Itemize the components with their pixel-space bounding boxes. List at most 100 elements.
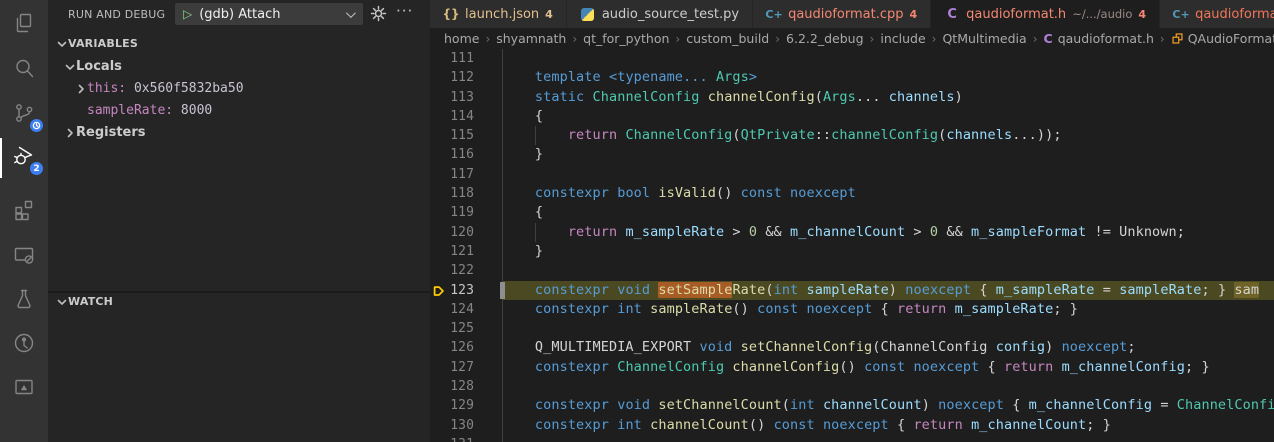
line-content[interactable]: {: [502, 203, 1274, 222]
line-content[interactable]: return ChannelConfig(QtPrivate::channelC…: [502, 126, 1274, 145]
tab-label: qaudioformat: [1195, 7, 1274, 22]
breakpoint-gutter[interactable]: [430, 223, 448, 242]
breakpoint-gutter[interactable]: [430, 358, 448, 377]
breakpoint-gutter[interactable]: [430, 300, 448, 319]
activity-bar-item-panel-extension[interactable]: [0, 368, 48, 410]
breakpoint-gutter[interactable]: [430, 107, 448, 126]
line-number[interactable]: 122: [448, 261, 474, 280]
line-content[interactable]: Q_MULTIMEDIA_EXPORT void setChannelConfi…: [502, 338, 1274, 357]
breadcrumb-item-QAudioFormat[interactable]: QAudioFormat: [1171, 31, 1274, 46]
breakpoint-gutter[interactable]: [430, 88, 448, 107]
activity-bar-item-gitlens[interactable]: [0, 324, 48, 366]
line-number[interactable]: 117: [448, 165, 474, 184]
line-number[interactable]: 127: [448, 358, 474, 377]
line-number[interactable]: 123: [448, 281, 474, 300]
breakpoint-gutter[interactable]: [430, 184, 448, 203]
activity-bar-item-remote-explorer[interactable]: [0, 236, 48, 278]
line-number[interactable]: 119: [448, 203, 474, 222]
breadcrumb-item-shyamnath[interactable]: shyamnath: [496, 31, 566, 46]
debug-current-line-arrow-icon[interactable]: [430, 281, 448, 300]
variable-row-sampleRate[interactable]: sampleRate: 8000: [48, 102, 430, 119]
tab-launch.json[interactable]: {}launch.json4: [430, 0, 566, 28]
line-content[interactable]: constexpr void setSampleRate(int sampleR…: [502, 281, 1274, 300]
breakpoint-gutter[interactable]: [430, 203, 448, 222]
line-content[interactable]: }: [502, 145, 1274, 164]
line-number[interactable]: 130: [448, 416, 474, 435]
breakpoint-gutter[interactable]: [430, 338, 448, 357]
line-number[interactable]: 128: [448, 377, 474, 396]
more-actions-icon[interactable]: ···: [396, 2, 413, 20]
line-number[interactable]: 116: [448, 145, 474, 164]
line-content[interactable]: [502, 261, 1274, 280]
launch-config-dropdown[interactable]: ▷ (gdb) Attach: [175, 3, 363, 25]
breakpoint-gutter[interactable]: [430, 126, 448, 145]
registers-group-header[interactable]: Registers: [48, 124, 430, 141]
tab-qaudioformat.h[interactable]: Cqaudioformat.h~/.../audio4: [931, 0, 1159, 28]
activity-bar-item-source-control[interactable]: [0, 94, 48, 136]
line-number[interactable]: 126: [448, 338, 474, 357]
line-content[interactable]: [502, 319, 1274, 338]
breakpoint-gutter[interactable]: [430, 319, 448, 338]
line-number[interactable]: 118: [448, 184, 474, 203]
line-content[interactable]: return m_sampleRate > 0 && m_channelCoun…: [502, 223, 1274, 242]
breakpoint-gutter[interactable]: [430, 377, 448, 396]
beaker-icon: [12, 287, 36, 315]
breadcrumb-item-qaudioformat.h[interactable]: Cqaudioformat.h: [1044, 31, 1154, 46]
line-content[interactable]: [502, 165, 1274, 184]
line-content[interactable]: constexpr bool isValid() const noexcept: [502, 184, 1274, 203]
breadcrumb-item-home[interactable]: home: [444, 31, 479, 46]
breadcrumb-item-custom_build[interactable]: custom_build: [686, 31, 769, 46]
variable-row-this[interactable]: this: 0x560f5832ba50: [48, 80, 430, 97]
line-content[interactable]: [502, 377, 1274, 396]
breakpoint-gutter[interactable]: [430, 261, 448, 280]
line-number[interactable]: 113: [448, 88, 474, 107]
watch-section-header[interactable]: WATCH: [48, 293, 430, 310]
line-content[interactable]: template <typename... Args>: [502, 68, 1274, 87]
line-content[interactable]: static ChannelConfig channelConfig(Args.…: [502, 88, 1274, 107]
breakpoint-gutter[interactable]: [430, 435, 448, 442]
breadcrumb-item-6.2.2_debug[interactable]: 6.2.2_debug: [786, 31, 863, 46]
line-number[interactable]: 131: [448, 435, 474, 442]
line-content[interactable]: constexpr int sampleRate() const noexcep…: [502, 300, 1274, 319]
line-number[interactable]: 124: [448, 300, 474, 319]
debug-count-badge: 2: [29, 161, 44, 176]
line-content[interactable]: [502, 435, 1274, 442]
line-content[interactable]: {: [502, 107, 1274, 126]
line-number[interactable]: 111: [448, 49, 474, 68]
breadcrumb-item-QtMultimedia[interactable]: QtMultimedia: [942, 31, 1026, 46]
activity-bar-item-run-and-debug[interactable]: 2: [0, 137, 48, 179]
line-number[interactable]: 129: [448, 396, 474, 415]
gear-icon[interactable]: [370, 5, 387, 26]
activity-bar-item-search[interactable]: [0, 49, 48, 91]
line-content[interactable]: }: [502, 242, 1274, 261]
breakpoint-gutter[interactable]: [430, 396, 448, 415]
code-editor[interactable]: 111112 template <typename... Args> 113 st…: [430, 49, 1274, 442]
line-content[interactable]: constexpr int channelCount() const noexc…: [502, 416, 1274, 435]
breakpoint-gutter[interactable]: [430, 68, 448, 87]
breadcrumb-item-include[interactable]: include: [880, 31, 925, 46]
breakpoint-gutter[interactable]: [430, 145, 448, 164]
activity-bar-item-explorer[interactable]: [0, 4, 48, 46]
breakpoint-gutter[interactable]: [430, 165, 448, 184]
line-number[interactable]: 115: [448, 126, 474, 145]
tab-audio_source_test.py[interactable]: audio_source_test.py: [567, 0, 752, 28]
line-content[interactable]: constexpr void setChannelCount(int chann…: [502, 396, 1274, 415]
variables-section-header[interactable]: VARIABLES: [48, 35, 430, 52]
breakpoint-gutter[interactable]: [430, 49, 448, 68]
breadcrumb-item-qt_for_python[interactable]: qt_for_python: [583, 31, 669, 46]
line-content[interactable]: [502, 49, 1274, 68]
locals-group-header[interactable]: Locals: [48, 58, 430, 75]
line-number[interactable]: 120: [448, 223, 474, 242]
tab-qaudioformat[interactable]: C+qaudioformat: [1160, 0, 1274, 28]
line-number[interactable]: 112: [448, 68, 474, 87]
breakpoint-gutter[interactable]: [430, 242, 448, 261]
code-line-119: 119 {: [430, 203, 1274, 222]
breakpoint-gutter[interactable]: [430, 416, 448, 435]
activity-bar-item-testing[interactable]: [0, 280, 48, 322]
line-number[interactable]: 125: [448, 319, 474, 338]
activity-bar-item-extensions[interactable]: [0, 190, 48, 232]
tab-qaudioformat.cpp[interactable]: C+qaudioformat.cpp4: [753, 0, 930, 28]
line-content[interactable]: constexpr ChannelConfig channelConfig() …: [502, 358, 1274, 377]
line-number[interactable]: 114: [448, 107, 474, 126]
line-number[interactable]: 121: [448, 242, 474, 261]
